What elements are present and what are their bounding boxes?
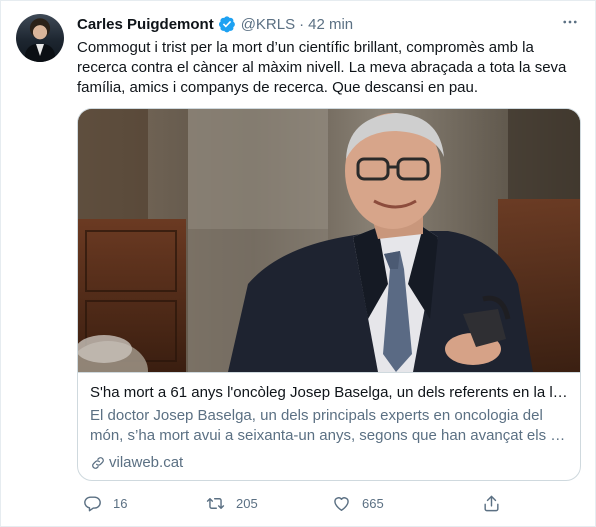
tweet[interactable]: Carles Puigdemont @KRLS · 42 min Commogu… bbox=[0, 0, 596, 527]
like-button[interactable]: 665 bbox=[332, 491, 384, 515]
tweet-header: Carles Puigdemont @KRLS · 42 min bbox=[77, 14, 353, 34]
like-count: 665 bbox=[362, 495, 384, 511]
link-icon bbox=[92, 457, 104, 469]
card-domain-text: vilaweb.cat bbox=[109, 454, 184, 471]
author-avatar[interactable] bbox=[16, 14, 64, 62]
card-image bbox=[78, 109, 580, 372]
share-icon bbox=[484, 495, 499, 511]
reply-button[interactable]: 16 bbox=[83, 491, 127, 515]
retweet-button[interactable]: 205 bbox=[206, 491, 258, 515]
card-body[interactable]: S'ha mort a 61 anys l'oncòleg Josep Base… bbox=[78, 372, 580, 480]
link-card[interactable]: S'ha mort a 61 anys l'oncòleg Josep Base… bbox=[77, 108, 581, 481]
tweet-actions: 16 205 665 bbox=[77, 491, 577, 515]
retweet-count: 205 bbox=[236, 495, 258, 511]
card-domain[interactable]: vilaweb.cat bbox=[90, 453, 183, 473]
share-button[interactable] bbox=[482, 491, 501, 515]
like-icon bbox=[334, 496, 349, 511]
verified-icon bbox=[218, 16, 235, 33]
author-handle[interactable]: @KRLS bbox=[241, 16, 295, 33]
reply-count: 16 bbox=[113, 495, 128, 511]
author-name[interactable]: Carles Puigdemont bbox=[77, 16, 214, 33]
reply-icon bbox=[84, 495, 101, 511]
more-icon[interactable] bbox=[559, 11, 581, 33]
card-description: El doctor Josep Baselga, un dels princip… bbox=[90, 407, 566, 444]
retweet-icon bbox=[206, 497, 225, 509]
meta-separator: · bbox=[299, 15, 305, 33]
tweet-timestamp[interactable]: 42 min bbox=[308, 16, 353, 33]
tweet-text: Commogut i trist per la mort d’un cientí… bbox=[77, 39, 567, 96]
card-title[interactable]: S'ha mort a 61 anys l'oncòleg Josep Base… bbox=[90, 383, 570, 403]
